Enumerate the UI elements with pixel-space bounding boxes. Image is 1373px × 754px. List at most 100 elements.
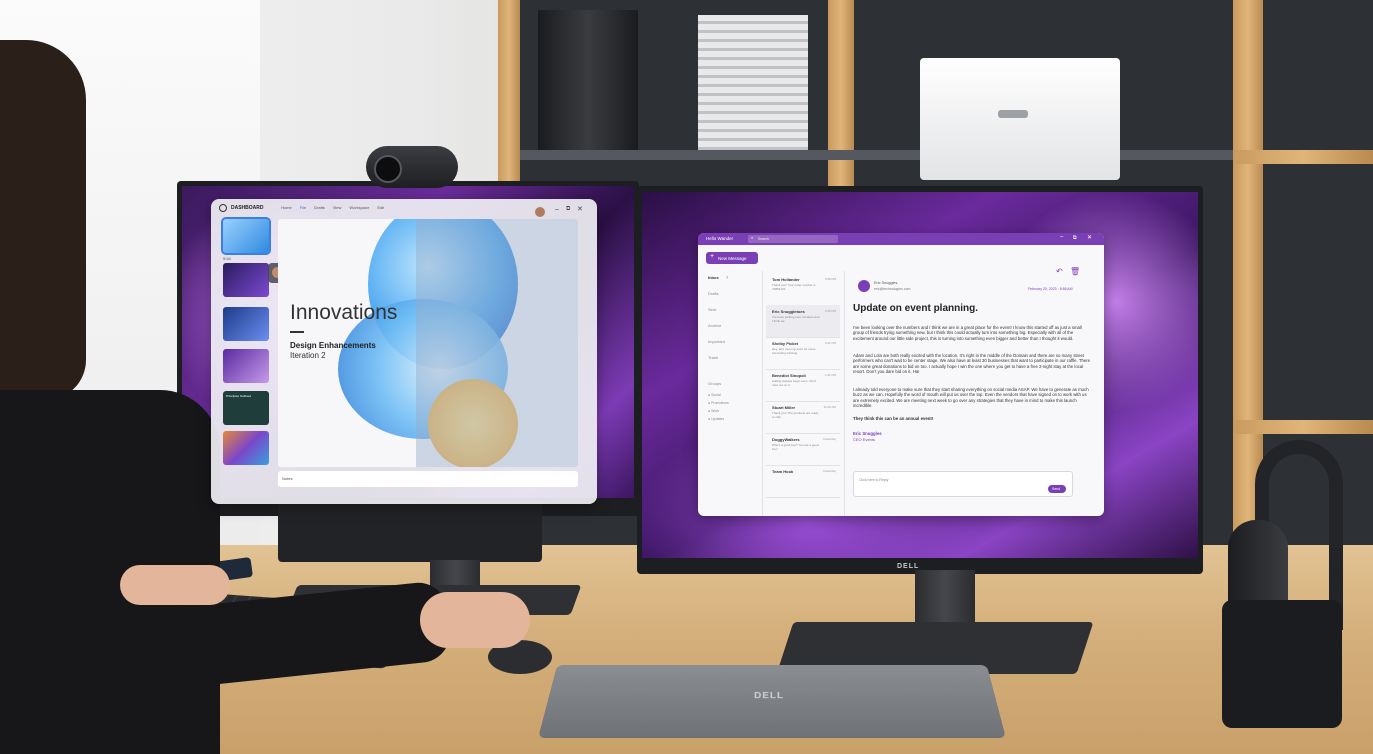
binders [538,10,638,150]
menu-item-view[interactable]: View [333,205,342,210]
menu-item-file[interactable]: File [300,205,306,210]
reply-field[interactable]: Click here to Reply [853,471,1073,497]
box-handle [998,110,1028,118]
groups-label: Groups [708,381,722,386]
webcam [366,146,458,188]
trash-icon[interactable]: 🗑 [1070,267,1080,276]
group-item[interactable]: ● Work [708,409,719,413]
slide-title-rule [290,331,304,333]
email-paragraph: I already told everyone to make sure tha… [853,387,1089,409]
message-list-item[interactable]: Benedict Sinopoli 1:41 PM Adding classes… [766,369,840,402]
message-list-item[interactable]: Team Hook Yesterday [766,465,840,498]
message-sender: Shelby Picket [772,341,799,346]
menu-item-workspace[interactable]: Workspace [349,205,369,210]
message-date: Yesterday [822,437,836,441]
slide-thumbnail[interactable] [223,263,269,297]
group-label: Work [711,409,720,413]
folder-trash[interactable]: Trash [708,355,718,360]
new-message-button[interactable]: + New Message [706,252,758,264]
group-label: Social [711,393,721,397]
slide-detail: Iteration 2 [290,351,326,360]
paper-stack [698,15,808,150]
folder-inbox[interactable]: Inbox [708,275,719,280]
message-date: Yesterday [822,469,836,473]
dashboard-menu: Home File Drafts View Workspace Edit [281,205,384,210]
group-label: Promotions [711,401,729,405]
email-subject: Update on event planning. [853,303,979,314]
thumbnail-caption: 9:54 [223,256,231,261]
slide-overlay-panel [416,219,578,467]
slide-thumbnail[interactable] [221,217,271,255]
closed-laptop: DELL [538,665,1006,738]
slide-subtitle: Design Enhancements [290,341,376,350]
reply-placeholder: Click here to Reply [859,478,889,482]
monitor-logo: DELL [897,563,920,570]
group-item[interactable]: ● Promotions [708,401,729,405]
message-sender: Benedict Sinopoli [772,373,806,378]
message-sender: Stuart Miller [772,405,796,410]
slide-canvas[interactable]: Innovations Design Enhancements Iteratio… [278,219,578,467]
group-item[interactable]: ● Social [708,393,721,397]
person-hand [120,565,230,605]
mail-window: Hello Wander ⌕ Search – ⧉ ✕ + New Messag… [698,233,1104,516]
message-preview: Thank you! Your order number is 79852101… [772,283,816,291]
restore-icon[interactable]: ⧉ [1073,235,1077,241]
menu-item-drafts[interactable]: Drafts [314,205,325,210]
slide-thumbnail[interactable] [223,307,269,341]
new-message-label: New Message [718,256,747,261]
divider [844,271,845,516]
slide-title: Innovations [290,301,398,324]
menu-item-home[interactable]: Home [281,205,292,210]
folder-drafts[interactable]: Drafts [708,291,719,296]
message-date: 4:58 PM [824,277,836,281]
message-list-item[interactable]: Stuart Miller 11:09 AM Thank you! The pr… [766,401,840,434]
message-list-item[interactable]: DoggyWalkers Yesterday Who's a good boy?… [766,433,840,466]
avatar[interactable] [535,207,545,217]
search-placeholder: Search [758,237,770,241]
close-icon[interactable]: ✕ [577,205,583,213]
divider [762,271,763,516]
webcam-lens-icon [374,155,402,183]
signature-name: Eric Snuggles [853,431,882,436]
menu-item-edit[interactable]: Edit [377,205,384,210]
message-list-item[interactable]: Eric Snuggletoes 4:50 PM I've been looki… [766,305,840,338]
thumbnail-label: Principles Outlined [226,394,252,398]
laptop-logo: DELL [753,691,785,701]
folder-important[interactable]: Important [708,339,725,344]
message-date: 11:09 AM [823,405,836,409]
close-icon[interactable]: ✕ [1087,234,1092,241]
message-list-item[interactable]: Tom Hollander 4:58 PM Thank you! Your or… [766,273,840,306]
group-item[interactable]: ● Updates [708,417,724,421]
minimize-icon[interactable]: – [555,206,559,213]
message-preview: I've been looking over numbers and I thi… [772,315,820,323]
sender-avatar [858,280,870,292]
person-hand [420,592,530,648]
sent-date: February 20, 2023 · 5:58 AM [1028,287,1073,291]
mail-app-title: Hello Wander [706,236,734,241]
slide-thumbnail[interactable] [223,349,269,383]
restore-icon[interactable]: ⧉ [566,206,570,213]
shelf-board [520,150,1233,160]
folder-archive[interactable]: Archive [708,323,721,328]
app-logo-icon [219,204,227,212]
send-button[interactable]: Send [1048,485,1066,493]
mail-search-input[interactable]: ⌕ Search [748,235,838,243]
soundbar [278,500,542,562]
notes-field[interactable]: Notes [278,471,578,487]
sender-email: eric@technologies.com [874,287,911,291]
email-paragraph: I've been looking over the numbers and I… [853,325,1082,341]
mail-titlebar: Hello Wander ⌕ Search – ⧉ ✕ [698,233,1104,245]
group-label: Updates [711,417,725,421]
email-paragraph: They think this can be an annual event! [853,416,934,421]
folder-sent[interactable]: Sent [708,307,716,312]
shelf-rail [1233,420,1373,434]
sender-name: Eric Snuggles [874,281,898,285]
message-list-item[interactable]: Shelby Picket 3:21 PM Hey, let's meet up… [766,337,840,370]
headphone-stand [1222,600,1342,728]
reply-icon[interactable]: ↶ [1056,267,1063,276]
slide-thumbnail[interactable] [223,431,269,465]
slide-thumbnail[interactable]: Principles Outlined [223,391,269,425]
message-date: 3:21 PM [824,341,836,345]
message-date: 4:50 PM [824,309,836,313]
minimize-icon[interactable]: – [1060,234,1063,240]
